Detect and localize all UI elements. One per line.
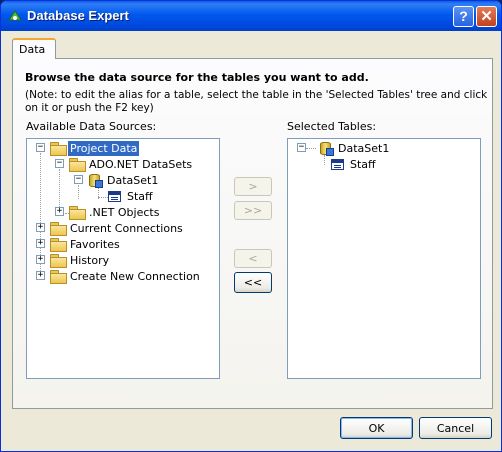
tree-item-label: .NET Objects (89, 205, 160, 219)
dataset-icon (319, 141, 334, 156)
remove-table-button[interactable]: < (234, 249, 272, 268)
collapse-icon[interactable]: − (55, 159, 64, 168)
dataset-icon (88, 173, 103, 188)
tree-item-label: Staff (127, 189, 153, 203)
tree-connector (98, 197, 108, 198)
tree-item-label: Favorites (70, 237, 120, 251)
selected-tables-tree[interactable]: − DataSet1 Staff (287, 138, 481, 379)
tree-item-label: DataSet1 (338, 141, 390, 155)
add-all-tables-button[interactable]: >> (234, 201, 272, 220)
expand-icon[interactable]: + (36, 239, 45, 248)
tree-item-label: History (70, 253, 110, 267)
tree-item-label: Staff (350, 157, 376, 171)
cancel-button[interactable]: Cancel (419, 417, 492, 439)
table-icon (331, 158, 344, 170)
expand-icon[interactable]: + (36, 255, 45, 264)
help-button[interactable]: ? (453, 6, 474, 27)
tree-item-favorites[interactable]: + Favorites (36, 236, 122, 252)
tree-item-label: DataSet1 (107, 173, 159, 187)
folder-icon (50, 237, 67, 252)
tree-item-label: Current Connections (70, 221, 183, 235)
folder-icon (50, 221, 67, 236)
folder-icon (50, 141, 67, 156)
ok-button[interactable]: OK (340, 417, 413, 439)
collapse-icon[interactable]: − (74, 175, 83, 184)
folder-icon (50, 253, 67, 268)
tree-item-label: ADO.NET DataSets (89, 157, 193, 171)
tab-data[interactable]: Data (12, 38, 56, 59)
tree-item-staff[interactable]: Staff (108, 188, 155, 204)
available-sources-tree[interactable]: − Project Data − ADO.NET DataSets − Data… (26, 138, 220, 379)
tree-item-ado-net-datasets[interactable]: − ADO.NET DataSets (55, 156, 194, 172)
selected-tables-label: Selected Tables: (287, 120, 377, 133)
table-icon (108, 190, 121, 202)
collapse-icon[interactable]: − (297, 143, 306, 152)
collapse-icon[interactable]: − (36, 143, 45, 152)
tree-item-label: Project Data (68, 140, 140, 156)
selected-item-dataset1[interactable]: − DataSet1 (297, 140, 391, 156)
selected-item-staff[interactable]: Staff (331, 156, 378, 172)
close-button[interactable]: ✕ (476, 6, 497, 27)
database-expert-window: Database Expert ? ✕ Data Browse the data… (0, 0, 502, 452)
instructions-heading: Browse the data source for the tables yo… (25, 71, 369, 84)
title-bar[interactable]: Database Expert ? ✕ (1, 1, 501, 31)
tree-item-project-data[interactable]: − Project Data (36, 140, 140, 156)
tree-item-dataset1[interactable]: − DataSet1 (74, 172, 160, 188)
tree-item-create-new-connection[interactable]: + Create New Connection (36, 268, 202, 284)
add-table-button[interactable]: > (234, 177, 272, 196)
tree-connector (324, 155, 325, 165)
available-sources-label: Available Data Sources: (26, 120, 157, 133)
tree-item-net-objects[interactable]: + .NET Objects (55, 204, 161, 220)
tree-item-label: Create New Connection (70, 269, 200, 283)
folder-icon (50, 269, 67, 284)
folder-icon (69, 205, 86, 220)
app-icon (8, 10, 22, 21)
tree-item-history[interactable]: + History (36, 252, 111, 268)
tree-item-current-connections[interactable]: + Current Connections (36, 220, 185, 236)
remove-all-tables-button[interactable]: << (234, 272, 272, 293)
expand-icon[interactable]: + (36, 223, 45, 232)
window-title: Database Expert (27, 8, 129, 23)
folder-icon (69, 157, 86, 172)
expand-icon[interactable]: + (55, 207, 64, 216)
instructions-note: (Note: to edit the alias for a table, se… (25, 89, 488, 114)
expand-icon[interactable]: + (36, 271, 45, 280)
